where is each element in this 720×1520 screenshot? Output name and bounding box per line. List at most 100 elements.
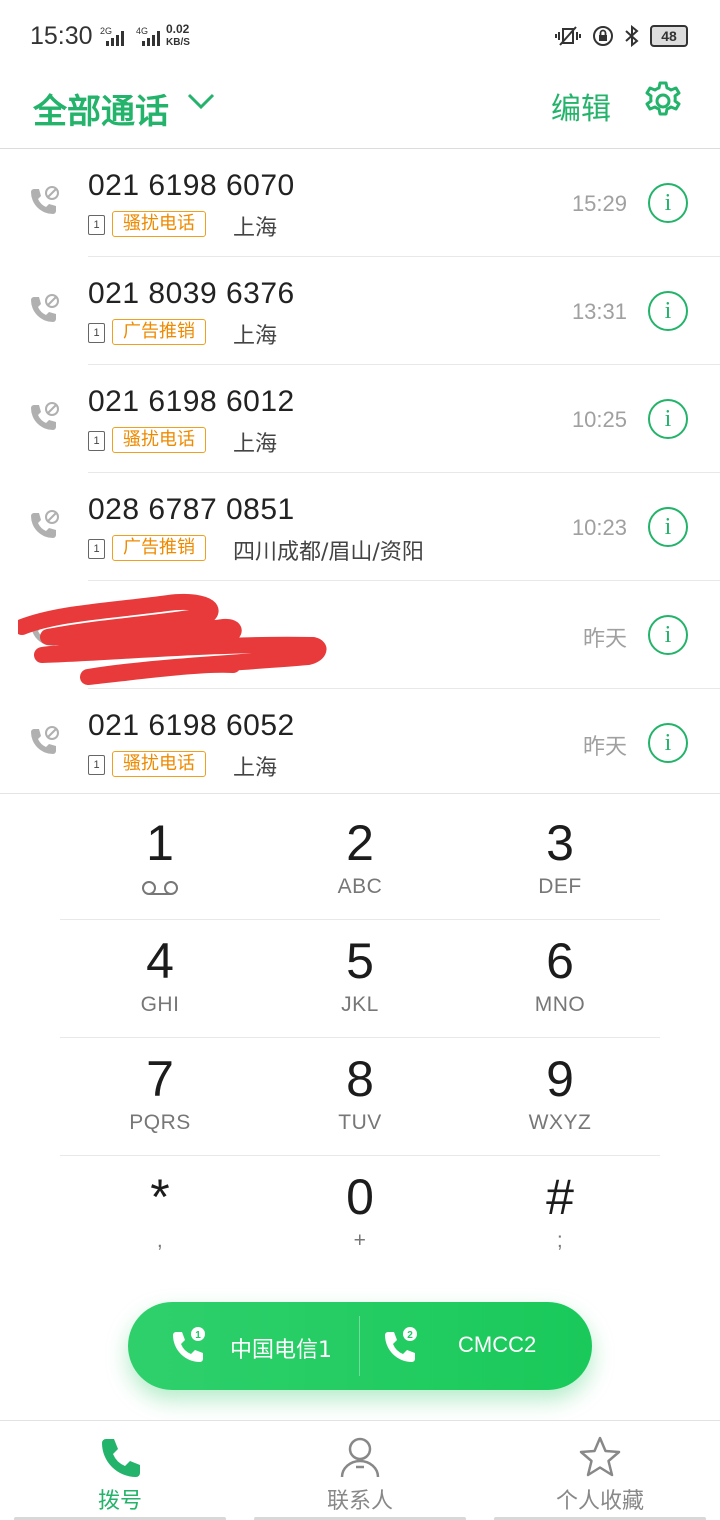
key-digit: 8 [346, 1051, 374, 1107]
call-log-row[interactable]: 028 6787 0851 1 广告推销 四川成都/眉山/资阳 10:23 i [0, 473, 720, 581]
caller-number: 021 6198 6052 [88, 709, 295, 742]
call-info-icon[interactable]: i [648, 507, 688, 547]
key-3[interactable]: 3 DEF [460, 794, 660, 912]
key-letters: PQRS [129, 1111, 191, 1134]
call-info-icon[interactable]: i [648, 615, 688, 655]
bottom-navigation: 拨号 联系人 个人收藏 [0, 1420, 720, 1520]
call-tag-badge: 骚扰电话 [112, 211, 206, 237]
call-info-icon[interactable]: i [648, 183, 688, 223]
network-speed-unit: KB/S [166, 37, 190, 48]
redaction-scribble [18, 593, 327, 685]
key-8[interactable]: 8 TUV [260, 1030, 460, 1148]
sim-card-icon: 1 [88, 215, 105, 235]
key-letters: TUV [338, 1111, 382, 1134]
sim-card-icon: 1 [88, 323, 105, 343]
caller-location: 上海 [233, 324, 278, 349]
signal-2-bars-icon [142, 30, 160, 46]
tab-label: 个人收藏 [555, 1489, 644, 1514]
key-hash[interactable]: # ; [460, 1148, 660, 1266]
call-time: 10:23 [571, 515, 627, 540]
chevron-down-icon[interactable] [186, 86, 216, 116]
call-log-row[interactable]: 昨天 i [0, 581, 720, 689]
key-9[interactable]: 9 WXYZ [460, 1030, 660, 1148]
tab-dialer[interactable]: 拨号 [0, 1421, 240, 1520]
signal-1-bars-icon [106, 30, 124, 46]
tab-label: 联系人 [326, 1489, 393, 1514]
contacts-person-icon [340, 1437, 380, 1478]
key-2[interactable]: 2 ABC [260, 794, 460, 912]
dial-sim2-button[interactable]: 2 CMCC2 [360, 1302, 592, 1390]
key-digit: 9 [546, 1051, 574, 1107]
caller-location: 上海 [233, 432, 278, 457]
voicemail-icon [142, 881, 178, 895]
tab-contacts[interactable]: 联系人 [240, 1421, 480, 1520]
key-digit: # [546, 1169, 574, 1225]
key-5[interactable]: 5 JKL [260, 912, 460, 1030]
vibrate-mute-icon [555, 26, 581, 46]
network-speed-value: 0.02 [166, 22, 190, 36]
call-info-icon[interactable]: i [648, 399, 688, 439]
blocked-call-icon [31, 186, 59, 214]
caller-location: 上海 [233, 756, 278, 781]
call-log-row[interactable]: 021 6198 6070 1 骚扰电话 上海 15:29 i [0, 149, 720, 257]
blocked-call-icon [31, 510, 59, 538]
key-digit: 2 [346, 815, 374, 871]
key-digit: * [150, 1169, 170, 1225]
key-digit: 0 [346, 1169, 374, 1225]
call-time: 13:31 [571, 299, 627, 324]
status-bar: 15:30 2G 4G 0.02 KB/S 48 [0, 0, 720, 72]
key-letters: DEF [538, 875, 582, 898]
status-time: 15:30 [30, 22, 93, 50]
call-time: 昨天 [582, 626, 627, 651]
call-tag-badge: 骚扰电话 [112, 427, 206, 453]
blocked-call-icon [31, 294, 59, 322]
caller-location: 上海 [233, 216, 278, 241]
call-tag-badge: 骚扰电话 [112, 751, 206, 777]
key-letters: ; [556, 1229, 564, 1252]
caller-location: 四川成都/眉山/资阳 [233, 540, 424, 565]
key-digit: 7 [146, 1051, 174, 1107]
dual-sim-dial-button: 1 中国电信1 2 CMCC2 [128, 1302, 592, 1390]
key-digit: 4 [146, 933, 174, 989]
blocked-call-icon [31, 726, 59, 754]
key-1[interactable]: 1 [60, 794, 260, 912]
settings-gear-icon[interactable] [642, 80, 684, 122]
key-7[interactable]: 7 PQRS [60, 1030, 260, 1148]
call-log-header: 全部通话 编辑 [0, 72, 720, 149]
edit-button[interactable]: 编辑 [551, 84, 611, 128]
star-icon [579, 1436, 621, 1477]
caller-number: 021 8039 6376 [88, 277, 295, 310]
key-digit: 3 [546, 815, 574, 871]
call-log-list[interactable]: 021 6198 6070 1 骚扰电话 上海 15:29 i 021 8039… [0, 149, 720, 793]
rotation-lock-icon [593, 26, 613, 46]
key-digit: 1 [146, 815, 174, 871]
key-letters: + [353, 1229, 367, 1252]
key-star[interactable]: * , [60, 1148, 260, 1266]
call-log-row[interactable]: 021 6198 6052 1 骚扰电话 上海 昨天 i [0, 689, 720, 793]
call-log-row[interactable]: 021 8039 6376 1 广告推销 上海 13:31 i [0, 257, 720, 365]
sim-card-icon: 1 [88, 431, 105, 451]
sim1-index: 1 [195, 1330, 201, 1341]
sim2-index: 2 [407, 1330, 413, 1341]
call-log-row[interactable]: 021 6198 6012 1 骚扰电话 上海 10:25 i [0, 365, 720, 473]
tab-label: 拨号 [97, 1489, 142, 1514]
call-tag-badge: 广告推销 [112, 535, 206, 561]
call-info-icon[interactable]: i [648, 291, 688, 331]
caller-number: 021 6198 6070 [88, 169, 295, 202]
key-0[interactable]: 0 + [260, 1148, 460, 1266]
key-digit: 6 [546, 933, 574, 989]
call-time: 15:29 [571, 191, 627, 216]
tab-favorites[interactable]: 个人收藏 [480, 1421, 720, 1520]
caller-number: 021 6198 6012 [88, 385, 295, 418]
battery-indicator: 48 [650, 25, 688, 47]
filter-title[interactable]: 全部通话 [33, 84, 169, 133]
phone-icon [102, 1439, 140, 1477]
dial-sim1-label: 中国电信1 [230, 1338, 332, 1363]
call-time: 昨天 [582, 734, 627, 759]
key-4[interactable]: 4 GHI [60, 912, 260, 1030]
key-6[interactable]: 6 MNO [460, 912, 660, 1030]
dial-sim1-button[interactable]: 1 中国电信1 [128, 1302, 360, 1390]
call-info-icon[interactable]: i [648, 723, 688, 763]
key-letters: JKL [341, 993, 379, 1016]
sim-card-icon: 1 [88, 755, 105, 775]
